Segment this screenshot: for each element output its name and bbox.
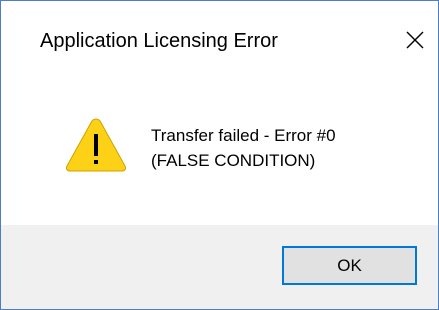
dialog-footer: OK xyxy=(1,225,438,309)
message-line-1: Transfer failed - Error #0 xyxy=(151,126,336,145)
message-line-2: (FALSE CONDITION) xyxy=(151,151,316,170)
dialog-window: Application Licensing Error Transfer fai… xyxy=(0,0,439,310)
error-message: Transfer failed - Error #0 (FALSE CONDIT… xyxy=(151,123,336,173)
ok-button-label: OK xyxy=(337,255,362,275)
dialog-content: Transfer failed - Error #0 (FALSE CONDIT… xyxy=(1,79,438,225)
ok-button[interactable]: OK xyxy=(282,246,417,285)
close-button[interactable] xyxy=(392,1,438,79)
close-icon xyxy=(406,31,424,49)
title-bar: Application Licensing Error xyxy=(1,1,438,79)
warning-icon xyxy=(65,118,127,172)
dialog-title: Application Licensing Error xyxy=(40,30,278,52)
